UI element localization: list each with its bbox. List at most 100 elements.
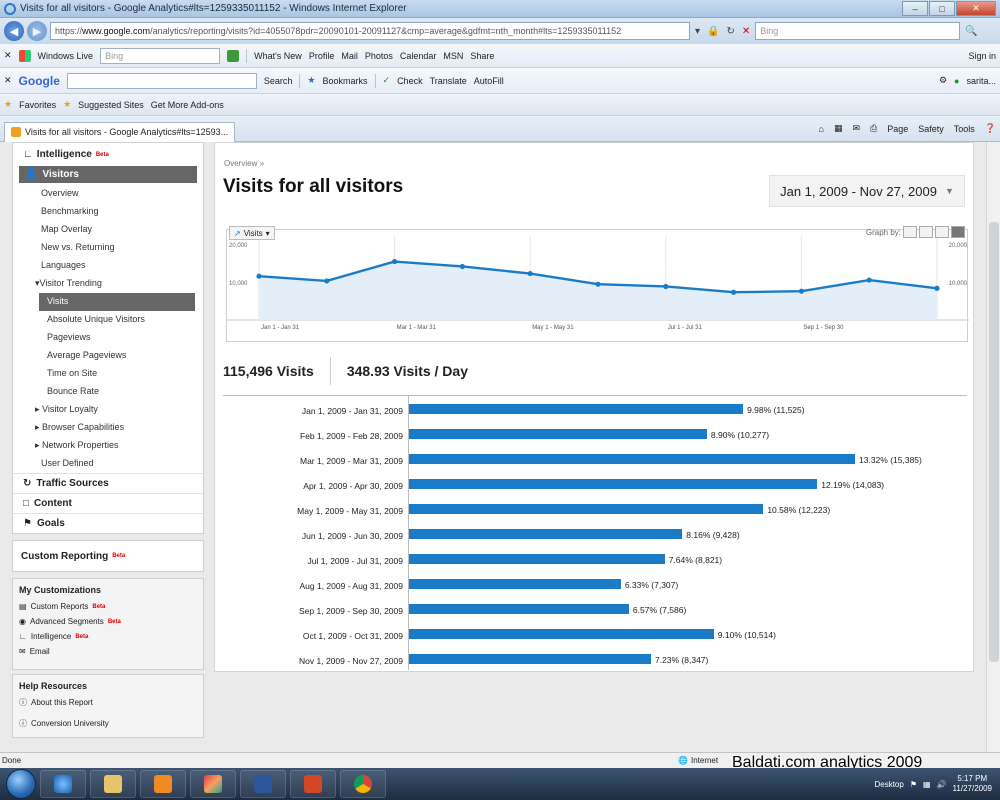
tools-menu[interactable]: Tools [954,124,975,134]
sidebar-item-goals[interactable]: ⚑ Goals [13,513,203,533]
conversion-university-link[interactable]: ⓘ Conversion University [19,716,197,731]
sidebar-item-traffic-sources[interactable]: ↻ Traffic Sources [13,473,203,493]
table-row[interactable]: Oct 1, 2009 - Oct 31, 2009 9.10% (10,514) [223,624,967,649]
live-search-go-icon[interactable] [227,49,240,62]
sidebar-item-visitors[interactable]: 👤 Visitors [19,166,197,183]
search-icon[interactable]: 🔍 [963,26,979,37]
table-row[interactable]: May 1, 2009 - May 31, 2009 10.58% (12,223… [223,499,967,524]
close-toolbar-icon[interactable]: ✕ [4,50,12,61]
volume-icon[interactable]: 🔊 [937,780,947,789]
taskbar-powerpoint-button[interactable] [290,770,336,798]
favorites-button[interactable]: Favorites [19,100,56,110]
google-search-input[interactable] [66,72,257,89]
sidebar-item-average-pageviews[interactable]: Average Pageviews [13,347,203,365]
safety-menu[interactable]: Safety [918,124,944,134]
link-msn[interactable]: MSN [443,51,463,61]
page-scrollbar[interactable] [986,142,1000,752]
scrollbar-thumb[interactable] [989,222,999,662]
email-link[interactable]: ✉ Email [19,644,197,659]
table-row[interactable]: Feb 1, 2009 - Feb 28, 2009 8.90% (10,277) [223,424,967,449]
sidebar-item-map-overlay[interactable]: Map Overlay [13,221,203,239]
security-zone[interactable]: 🌐 Internet [678,756,718,765]
table-row[interactable]: Sep 1, 2009 - Sep 30, 2009 6.57% (7,586) [223,599,967,624]
back-button[interactable]: ◀ [4,21,24,41]
search-input[interactable]: Bing [755,22,961,40]
sidebar-item-network-properties[interactable]: ▸ Network Properties [13,437,203,455]
sign-in-link[interactable]: Sign in [968,51,996,61]
sidebar-item-pageviews[interactable]: Pageviews [13,329,203,347]
tab-analytics[interactable]: Visits for all visitors - Google Analyti… [4,121,236,142]
mail-icon[interactable]: ✉ [852,123,860,134]
flag-icon[interactable]: ⚑ [910,780,917,789]
user-account[interactable]: sarita... [966,76,996,86]
graph-by-day-button[interactable] [919,226,933,238]
link-calendar[interactable]: Calendar [400,51,437,61]
start-button[interactable] [6,769,36,799]
print-icon[interactable]: ⎙ [870,123,877,134]
link-share[interactable]: Share [470,51,494,61]
custom-reporting-link[interactable]: Custom Reporting Beta [12,540,204,572]
metric-selector[interactable]: ↗ Visits ▾ [229,226,275,240]
graph-by-clock-button[interactable] [903,226,917,238]
table-row[interactable]: Jan 1, 2009 - Jan 31, 2009 9.98% (11,525) [223,399,967,424]
desktop-toolbar-label[interactable]: Desktop [874,780,903,789]
taskbar-paint-button[interactable] [190,770,236,798]
sidebar-item-new-vs-returning[interactable]: New vs. Returning [13,239,203,257]
stop-icon[interactable]: ✕ [740,26,752,37]
live-search-input[interactable]: Bing [100,47,221,64]
sidebar-item-visits[interactable]: Visits [39,293,195,311]
wrench-icon[interactable]: ⚙ [939,75,947,86]
feeds-icon[interactable]: ▦ [834,123,843,134]
home-icon[interactable]: ⌂ [819,124,824,134]
close-google-toolbar-icon[interactable]: ✕ [4,75,12,86]
sidebar-item-user-defined[interactable]: User Defined [13,455,203,473]
windows-live-label[interactable]: Windows Live [38,51,94,61]
maximize-button[interactable]: □ [929,1,955,16]
sidebar-item-visitor-loyalty[interactable]: ▸ Visitor Loyalty [13,401,203,419]
sidebar-item-languages[interactable]: Languages [13,257,203,275]
suggested-sites-link[interactable]: Suggested Sites [78,100,144,110]
google-search-button[interactable]: Search [264,76,293,86]
url-field[interactable]: https://www.google.com/analytics/reporti… [50,22,690,40]
link-photos[interactable]: Photos [365,51,393,61]
table-row[interactable]: Jun 1, 2009 - Jun 30, 2009 8.16% (9,428) [223,524,967,549]
advanced-segments-link[interactable]: ◉ Advanced Segments Beta [19,614,197,629]
table-row[interactable]: Jul 1, 2009 - Jul 31, 2009 7.64% (8,821) [223,549,967,574]
sidebar-item-benchmarking[interactable]: Benchmarking [13,203,203,221]
sidebar-item-browser-capabilities[interactable]: ▸ Browser Capabilities [13,419,203,437]
breadcrumb[interactable]: Overview » [224,159,264,168]
sidebar-item-absolute-unique-visitors[interactable]: Absolute Unique Visitors [13,311,203,329]
translate-button[interactable]: Translate [430,76,467,86]
check-button[interactable]: Check [397,76,423,86]
taskbar-explorer-button[interactable] [90,770,136,798]
taskbar-media-button[interactable] [140,770,186,798]
dropdown-icon[interactable]: ▾ [693,26,702,37]
intelligence-link[interactable]: ∟ Intelligence Beta [19,629,197,644]
taskbar-chrome-button[interactable] [340,770,386,798]
refresh-icon[interactable]: ↻ [724,26,736,37]
lock-icon[interactable]: 🔒 [705,26,721,37]
help-icon[interactable]: ❓ [985,123,996,134]
bookmarks-button[interactable]: Bookmarks [323,76,368,86]
date-range-picker[interactable]: Jan 1, 2009 - Nov 27, 2009 ▼ [769,175,965,207]
link-mail[interactable]: Mail [341,51,358,61]
sidebar-item-bounce-rate[interactable]: Bounce Rate [13,383,203,401]
sidebar-item-overview[interactable]: Overview [13,185,203,203]
sidebar-item-intelligence[interactable]: ∟ Intelligence Beta [13,145,203,164]
taskbar-word-button[interactable] [240,770,286,798]
minimize-button[interactable]: – [902,1,928,16]
table-row[interactable]: Aug 1, 2009 - Aug 31, 2009 6.33% (7,307) [223,574,967,599]
graph-by-month-button[interactable] [951,226,965,238]
forward-button[interactable]: ▶ [27,21,47,41]
clock[interactable]: 5:17 PM 11/27/2009 [953,774,992,794]
custom-reports-link[interactable]: ▤ Custom Reports Beta [19,599,197,614]
get-addons-link[interactable]: Get More Add-ons [151,100,224,110]
page-menu[interactable]: Page [887,124,908,134]
network-icon[interactable]: ▦ [923,780,931,789]
taskbar-ie-button[interactable] [40,770,86,798]
graph-by-week-button[interactable] [935,226,949,238]
close-window-button[interactable]: ✕ [956,1,996,16]
sidebar-item-visitor-trending[interactable]: ▾Visitor Trending [13,275,203,293]
autofill-button[interactable]: AutoFill [474,76,504,86]
sidebar-item-content[interactable]: □ Content [13,493,203,513]
